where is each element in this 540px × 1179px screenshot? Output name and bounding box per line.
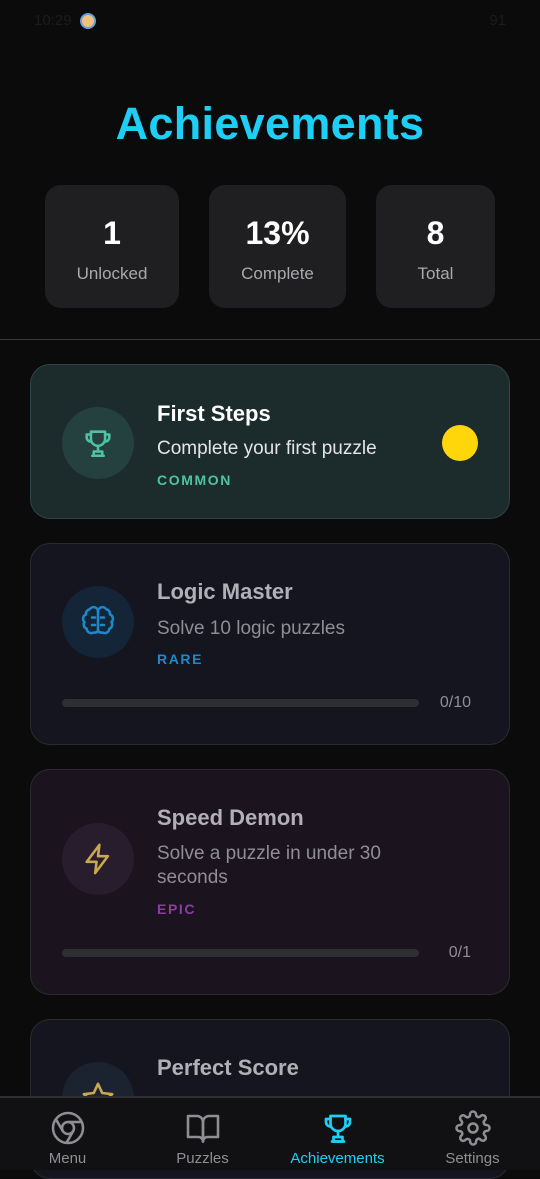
rarity-label: COMMON: [157, 472, 232, 488]
progress-bar: [62, 699, 419, 707]
avatar: [79, 12, 96, 29]
tab-menu[interactable]: Menu: [0, 1098, 135, 1172]
unlocked-badge: [442, 425, 478, 461]
rarity-label: EPIC: [157, 901, 197, 917]
status-left: 10:29: [34, 12, 96, 29]
status-bar: 10:29 91: [0, 0, 540, 40]
achievement-description: Solve a puzzle in under 30 seconds: [157, 843, 381, 888]
tab-settings[interactable]: Settings: [405, 1098, 540, 1172]
stat-value: 1: [103, 215, 121, 251]
rarity-label: RARE: [157, 651, 204, 667]
achievement-description: Complete your first puzzle: [157, 438, 377, 459]
stat-label: Total: [417, 264, 454, 283]
stat-label: Complete: [241, 264, 314, 283]
status-right: 91: [489, 12, 506, 29]
progress-count: 0/10: [439, 694, 471, 711]
tab-puzzles[interactable]: Puzzles: [135, 1098, 270, 1172]
divider: [0, 339, 540, 340]
stat-total: 8 Total: [376, 185, 495, 308]
stat-complete: 13% Complete: [209, 185, 346, 308]
trophy-icon: [62, 407, 134, 479]
stat-value: 13%: [245, 215, 310, 251]
lightning-icon: [62, 823, 134, 895]
tab-label: Achievements: [290, 1150, 385, 1167]
menu-icon: [51, 1111, 84, 1145]
status-time: 10:29: [34, 12, 72, 29]
battery-level: 91: [489, 12, 506, 29]
achievement-description: Solve 10 logic puzzles: [157, 618, 345, 639]
stat-value: 8: [426, 215, 445, 251]
tab-label: Settings: [445, 1150, 500, 1167]
achievement-title: Logic Master: [157, 579, 293, 604]
book-icon: [186, 1114, 219, 1143]
stat-label: Unlocked: [76, 264, 148, 283]
achievement-title: Speed Demon: [157, 805, 304, 830]
progress-count: 0/1: [448, 944, 471, 961]
tab-achievements[interactable]: Achievements: [270, 1098, 405, 1172]
bottom-tab-bar: Menu Puzzles Achievements Settings: [0, 1096, 540, 1170]
stat-unlocked: 1 Unlocked: [45, 185, 179, 308]
tab-label: Menu: [48, 1150, 87, 1167]
achievement-title: First Steps: [157, 401, 271, 426]
achievement-card-logic-master[interactable]: Logic Master Solve 10 logic puzzles RARE…: [30, 543, 510, 745]
tab-label: Puzzles: [176, 1150, 229, 1167]
achievement-card-first-steps[interactable]: First Steps Complete your first puzzle C…: [30, 364, 510, 519]
achievement-title: Perfect Score: [157, 1055, 299, 1080]
progress-bar: [62, 949, 419, 957]
achievement-card-speed-demon[interactable]: Speed Demon Solve a puzzle in under 30 s…: [30, 769, 510, 995]
page-title: Achievements: [115, 98, 425, 149]
trophy-icon: [324, 1114, 351, 1143]
brain-icon: [62, 586, 134, 658]
gear-icon: [454, 1110, 491, 1146]
